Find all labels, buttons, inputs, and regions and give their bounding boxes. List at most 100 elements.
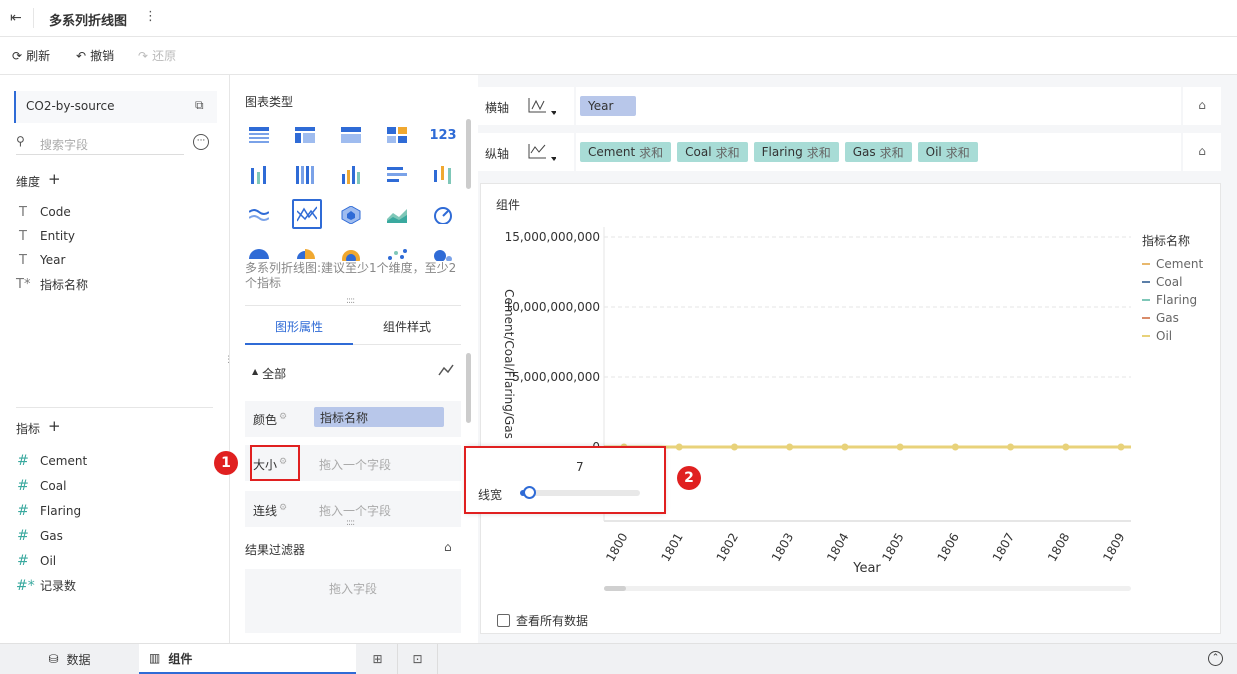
y-axis-label: 纵轴 <box>485 147 510 161</box>
data-point[interactable] <box>1062 443 1070 451</box>
range-column-icon[interactable] <box>432 165 454 185</box>
view-all-toggle[interactable]: 查看所有数据 <box>497 612 588 629</box>
data-point[interactable] <box>896 443 904 451</box>
radar-chart-icon[interactable] <box>340 205 362 225</box>
legend-item[interactable]: Cement <box>1142 255 1203 273</box>
dimension-item[interactable]: T* 指标名称 <box>16 272 88 296</box>
text-type-icon: T <box>19 228 27 244</box>
add-component-icon[interactable]: ⊞ <box>358 644 398 674</box>
x-ticks: 1800 1801 1802 1803 1804 1805 1806 1807 1808 1809 <box>603 531 1127 564</box>
chart-scrollbar[interactable] <box>604 586 1131 591</box>
exit-icon[interactable]: ⇤ <box>10 10 22 26</box>
chart-scrollbar-thumb[interactable] <box>604 586 626 591</box>
refresh-icon: ⟳ <box>12 48 23 63</box>
x-axis-type-icon[interactable] <box>526 95 557 120</box>
line-type-icon[interactable] <box>438 363 454 380</box>
legend-item[interactable]: Coal <box>1142 273 1203 291</box>
gear-icon[interactable]: ⚙ <box>279 412 287 422</box>
tab-data[interactable]: ⛁ 数据 <box>0 644 139 674</box>
measure-item[interactable]: # Coal <box>16 473 87 498</box>
dataset-selector[interactable]: CO2-by-source ⧉ <box>14 91 217 123</box>
column-chart-icon[interactable] <box>340 165 362 185</box>
tab-graphic-props[interactable]: 图形属性 <box>245 313 353 345</box>
chart-type-scrollbar[interactable] <box>466 119 471 189</box>
grouped-column-icon[interactable] <box>248 165 270 185</box>
area-chart-icon[interactable] <box>386 205 408 225</box>
gear-icon[interactable]: ⚙ <box>279 503 287 513</box>
x-field-chip[interactable]: Year <box>580 96 636 116</box>
filter-settings-icon[interactable]: ⌂ <box>444 540 452 554</box>
view-all-checkbox[interactable] <box>497 614 510 627</box>
x-axis-settings-icon[interactable]: ⌂ <box>1183 87 1221 125</box>
area-wave-icon[interactable] <box>248 205 270 225</box>
data-point[interactable] <box>1007 443 1015 451</box>
legend-item[interactable]: Oil <box>1142 327 1203 345</box>
y-field-name: Cement <box>588 145 636 159</box>
measure-item[interactable]: # Gas <box>16 523 87 548</box>
size-drop-zone[interactable]: 拖入一个字段 <box>319 456 391 473</box>
legend-item[interactable]: Flaring <box>1142 291 1203 309</box>
measure-item[interactable]: # Oil <box>16 548 87 573</box>
all-group-toggle[interactable]: ▲ 全部 <box>252 365 286 382</box>
y-field-chip[interactable]: Flaring 求和 <box>753 142 839 162</box>
x-axis-label: 横轴 <box>485 101 510 115</box>
legend-swatch <box>1142 281 1150 283</box>
gauge-chart-icon[interactable] <box>432 205 454 225</box>
redo-button[interactable]: ↷ 还原 <box>138 47 176 64</box>
resize-handle[interactable]: :::: <box>346 518 355 528</box>
more-options-icon[interactable]: ··· <box>193 134 209 150</box>
y-field-chip[interactable]: Coal 求和 <box>677 142 748 162</box>
splitter[interactable] <box>16 407 213 408</box>
stacked-column-icon[interactable] <box>294 165 316 185</box>
y-axis-settings-icon[interactable]: ⌂ <box>1183 133 1221 171</box>
y-field-name: Gas <box>852 145 876 159</box>
props-scrollbar[interactable] <box>466 353 471 423</box>
undo-icon: ↶ <box>76 48 87 63</box>
dimension-item[interactable]: T Code <box>16 200 88 224</box>
y-axis-type-icon[interactable] <box>526 141 557 166</box>
data-point[interactable] <box>675 443 683 451</box>
line-drop-zone[interactable]: 拖入一个字段 <box>319 502 391 519</box>
filter-drop-zone[interactable]: 拖入字段 <box>245 569 461 633</box>
add-dashboard-icon[interactable]: ⊡ <box>398 644 438 674</box>
legend-item[interactable]: Gas <box>1142 309 1203 327</box>
undo-button[interactable]: ↶ 撤销 <box>76 47 114 64</box>
multi-line-chart-icon[interactable] <box>292 199 322 229</box>
y-field-chip[interactable]: Gas 求和 <box>844 142 912 162</box>
data-point[interactable] <box>951 443 959 451</box>
panel-resize-handle[interactable]: ⋮ <box>224 355 233 365</box>
y-field-chip[interactable]: Oil 求和 <box>917 142 978 162</box>
number-card-icon[interactable]: 123 <box>429 125 456 145</box>
tab-component-label: 组件 <box>168 651 193 666</box>
y-axis-drop-zone[interactable]: Cement 求和 Coal 求和 Flaring 求和 Gas 求和 Oil 求和 <box>576 133 1181 171</box>
search-field[interactable]: ⚲ 搜索字段 <box>16 133 184 155</box>
data-point[interactable] <box>730 443 738 451</box>
data-point[interactable] <box>1117 443 1125 451</box>
table-chart-icon[interactable] <box>248 125 270 145</box>
search-input[interactable]: 搜索字段 <box>40 136 88 153</box>
bar-chart-icon[interactable] <box>386 165 408 185</box>
tab-component-style[interactable]: 组件样式 <box>353 313 461 345</box>
dimension-item[interactable]: T Year <box>16 248 88 272</box>
y-field-chip[interactable]: Cement 求和 <box>580 142 672 162</box>
add-dimension-icon[interactable]: + <box>48 172 61 190</box>
add-measure-icon[interactable]: + <box>48 419 61 437</box>
tab-component[interactable]: ▥ 组件 <box>139 644 356 674</box>
refresh-button[interactable]: ⟳ 刷新 <box>12 47 50 64</box>
switch-dataset-icon[interactable]: ⧉ <box>195 98 204 113</box>
data-point[interactable] <box>841 443 849 451</box>
detail-table-icon[interactable] <box>340 125 362 145</box>
measure-item[interactable]: # Cement <box>16 448 87 473</box>
color-label: 颜色 <box>253 413 278 427</box>
measure-item[interactable]: # Flaring <box>16 498 87 523</box>
dimension-item[interactable]: T Entity <box>16 224 88 248</box>
crosstab-chart-icon[interactable] <box>294 125 316 145</box>
measure-item[interactable]: #* 记录数 <box>16 573 87 598</box>
more-icon[interactable]: ⋮ <box>144 9 157 24</box>
x-axis-drop-zone[interactable]: Year <box>576 87 1181 125</box>
view-all-label: 查看所有数据 <box>516 614 589 628</box>
data-point[interactable] <box>786 443 794 451</box>
collapse-icon[interactable]: ⌃ <box>1208 651 1223 666</box>
color-field-chip[interactable]: 指标名称 <box>314 407 444 427</box>
kpi-chart-icon[interactable] <box>386 125 408 145</box>
